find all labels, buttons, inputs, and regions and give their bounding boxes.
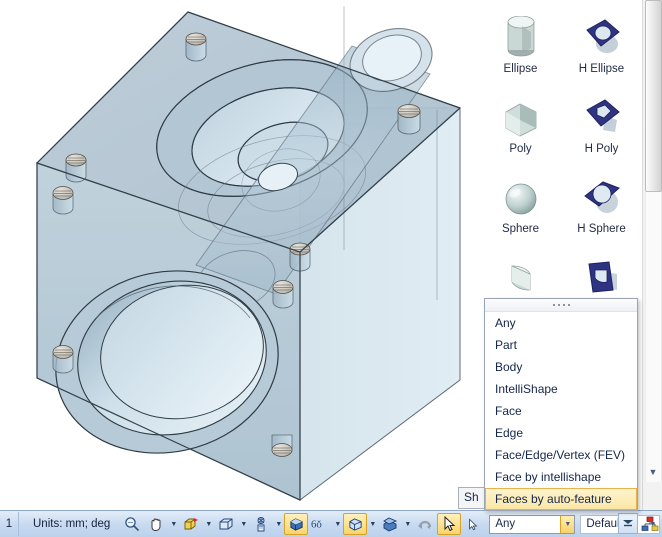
network-status-icon[interactable] bbox=[640, 514, 660, 534]
selection-filter-value: Any bbox=[495, 518, 516, 530]
undo-view-tool[interactable] bbox=[413, 513, 437, 535]
catalog-item-sphere[interactable]: Sphere bbox=[480, 160, 561, 240]
catalog-item-h-ellipse[interactable]: H Ellipse bbox=[561, 0, 642, 80]
secondary-select-tool[interactable] bbox=[461, 513, 485, 535]
catalog-item-label: H Sphere bbox=[577, 223, 626, 235]
catalog-item-label: H Ellipse bbox=[578, 63, 625, 75]
pan-tool-dropdown[interactable]: ▼ bbox=[168, 513, 179, 535]
pie-shape-icon bbox=[511, 265, 531, 291]
status-bar: 1 Units: mm; deg ▼ ▼ ▼ ▼ 6ǒ ▼ ▼ ▼ Any ▼ … bbox=[0, 510, 662, 537]
hole-sphere-shape-icon bbox=[583, 181, 620, 213]
cursor-small-icon bbox=[469, 517, 478, 530]
display-mode-tool-dropdown[interactable]: ▼ bbox=[367, 513, 378, 535]
cube-move-icon bbox=[184, 518, 199, 530]
scroll-down-arrow-icon[interactable]: ▼ bbox=[644, 462, 662, 482]
cad-model-graphic bbox=[35, 6, 462, 501]
menu-item-face-by-intellishape[interactable]: Face by intellishape bbox=[485, 466, 637, 488]
undo-arrow-icon bbox=[418, 520, 432, 529]
scroll-more-button[interactable] bbox=[618, 513, 638, 534]
catalog-item-poly[interactable]: Poly bbox=[480, 80, 561, 160]
render-mode-tool[interactable] bbox=[249, 513, 273, 535]
select-arrow-tool[interactable] bbox=[437, 513, 462, 535]
catalog-item-label: H Poly bbox=[584, 143, 619, 155]
menu-drag-grip[interactable] bbox=[485, 299, 637, 312]
3d-model-viewport[interactable] bbox=[0, 0, 480, 510]
menu-item-faces-by-auto-feature[interactable]: Faces by auto-feature bbox=[485, 488, 637, 510]
render-icon bbox=[257, 517, 265, 532]
catalog-item-label: Ellipse bbox=[503, 63, 538, 75]
ellipse-shape-icon bbox=[507, 16, 534, 57]
layers-tool-dropdown[interactable]: ▼ bbox=[402, 513, 413, 535]
cursor-icon bbox=[444, 516, 456, 532]
perspective-tool-dropdown[interactable]: ▼ bbox=[332, 513, 343, 535]
pan-tool[interactable] bbox=[144, 513, 168, 535]
menu-item-face[interactable]: Face bbox=[485, 400, 637, 422]
menu-item-fev[interactable]: Face/Edge/Vertex (FEV) bbox=[485, 444, 637, 466]
perspective-tool[interactable]: 6ǒ bbox=[308, 513, 332, 535]
magnifier-icon bbox=[125, 517, 140, 531]
layers-icon bbox=[383, 517, 398, 532]
shaded-cube-icon bbox=[290, 517, 303, 531]
zoom-tool[interactable] bbox=[120, 513, 144, 535]
selection-filter-dropdown-arrow[interactable]: ▼ bbox=[560, 515, 575, 533]
scroll-down-icon bbox=[623, 519, 633, 526]
menu-item-any[interactable]: Any bbox=[485, 312, 637, 334]
units-label: Units: mm; deg bbox=[33, 518, 111, 530]
network-icon bbox=[641, 516, 659, 531]
move-object-tool-dropdown[interactable]: ▼ bbox=[203, 513, 214, 535]
menu-item-intellishape[interactable]: IntelliShape bbox=[485, 378, 637, 400]
shape-catalog-grid: Ellipse H Ellipse Poly H Poly Sphere H S… bbox=[480, 0, 642, 320]
selection-filter-combo[interactable]: Any ▼ bbox=[489, 514, 576, 534]
menu-item-edge[interactable]: Edge bbox=[485, 422, 637, 444]
catalog-item-label: Poly bbox=[509, 143, 532, 155]
perspective-icon: 6ǒ bbox=[311, 519, 322, 531]
pane-number: 1 bbox=[0, 512, 19, 536]
view-cube-tool[interactable] bbox=[214, 513, 238, 535]
scrollbar-thumb[interactable] bbox=[645, 0, 662, 192]
hand-icon bbox=[151, 518, 161, 531]
layers-tool[interactable] bbox=[378, 513, 402, 535]
catalog-item-h-poly[interactable]: H Poly bbox=[561, 80, 642, 160]
sphere-shape-icon bbox=[505, 183, 536, 215]
catalog-item-label: Sphere bbox=[501, 223, 540, 235]
display-mode-tool[interactable] bbox=[343, 513, 368, 535]
view-cube-tool-dropdown[interactable]: ▼ bbox=[238, 513, 249, 535]
hole-poly-shape-icon bbox=[585, 99, 620, 132]
render-mode-tool-dropdown[interactable]: ▼ bbox=[273, 513, 284, 535]
cube-icon bbox=[219, 518, 233, 530]
catalog-vertical-scrollbar[interactable]: ▼ bbox=[642, 0, 662, 510]
scrollbar-track[interactable] bbox=[645, 192, 662, 482]
menu-item-body[interactable]: Body bbox=[485, 356, 637, 378]
catalog-item-h-sphere[interactable]: H Sphere bbox=[561, 160, 642, 240]
shaded-view-tool[interactable] bbox=[284, 513, 309, 535]
catalog-item-ellipse[interactable]: Ellipse bbox=[480, 0, 561, 80]
menu-item-part[interactable]: Part bbox=[485, 334, 637, 356]
move-object-tool[interactable] bbox=[179, 513, 203, 535]
svg-text:6ǒ: 6ǒ bbox=[311, 519, 322, 531]
hole-pie-shape-icon bbox=[587, 261, 617, 293]
poly-shape-icon bbox=[505, 103, 536, 137]
cube-blue-icon bbox=[349, 517, 362, 531]
selection-filter-menu[interactable]: Any Part Body IntelliShape Face Edge Fac… bbox=[484, 298, 638, 511]
hole-ellipse-shape-icon bbox=[585, 19, 620, 53]
